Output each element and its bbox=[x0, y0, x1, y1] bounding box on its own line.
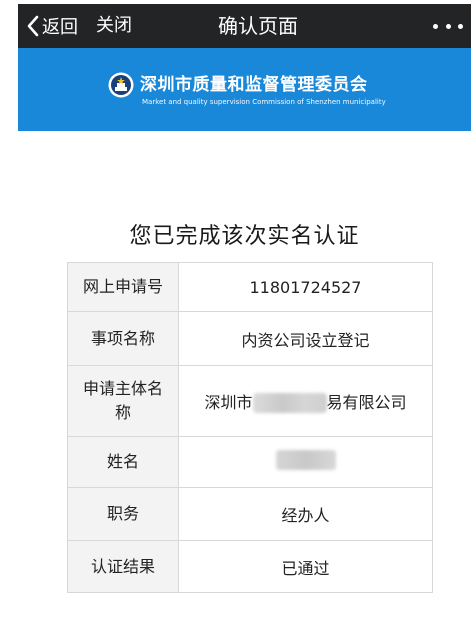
table-row: 姓名 bbox=[67, 436, 433, 488]
row-label: 申请主体名称 bbox=[67, 365, 179, 437]
back-button[interactable]: 返回 bbox=[26, 4, 78, 48]
redacted-text bbox=[252, 393, 327, 414]
entity-name-prefix: 深圳市 bbox=[204, 392, 253, 412]
page-header-title: 确认页面 bbox=[218, 14, 298, 38]
navigation-bar: 返回 关闭 确认页面 bbox=[18, 4, 471, 48]
table-row: 职务 经办人 bbox=[67, 487, 433, 541]
row-label: 职务 bbox=[67, 487, 179, 541]
agency-name: 深圳市质量和监督管理委员会 bbox=[140, 75, 368, 95]
entity-name-suffix: 易有限公司 bbox=[326, 392, 407, 412]
close-button[interactable]: 关闭 bbox=[96, 4, 132, 48]
redacted-name bbox=[275, 450, 336, 470]
applicant-entity-value: 深圳市 易有限公司 bbox=[178, 365, 433, 437]
dot bbox=[458, 23, 463, 29]
table-row: 申请主体名称 深圳市 易有限公司 bbox=[67, 365, 433, 437]
verification-result-value: 已通过 bbox=[178, 540, 433, 593]
page-title: 您已完成该次实名认证 bbox=[129, 224, 360, 249]
row-label: 事项名称 bbox=[67, 311, 179, 366]
row-label: 姓名 bbox=[67, 436, 179, 488]
national-emblem-icon bbox=[108, 72, 134, 98]
chevron-left-icon bbox=[27, 15, 39, 37]
item-name-value: 内资公司设立登记 bbox=[178, 311, 433, 366]
table-row: 认证结果 已通过 bbox=[67, 540, 433, 593]
back-label: 返回 bbox=[42, 17, 78, 38]
table-row: 网上申请号 11801724527 bbox=[67, 262, 433, 312]
position-value: 经办人 bbox=[178, 487, 433, 541]
row-label: 网上申请号 bbox=[67, 262, 179, 312]
agency-banner: 深圳市质量和监督管理委员会 Market and quality supervi… bbox=[18, 48, 471, 131]
row-label: 认证结果 bbox=[67, 540, 179, 593]
application-number-value: 11801724527 bbox=[178, 262, 433, 312]
name-value bbox=[178, 436, 433, 488]
verification-info-table: 网上申请号 11801724527 事项名称 内资公司设立登记 申请主体名称 深… bbox=[67, 262, 433, 593]
more-dots-icon[interactable] bbox=[433, 4, 463, 48]
dot bbox=[433, 23, 438, 29]
dot bbox=[445, 23, 451, 29]
table-row: 事项名称 内资公司设立登记 bbox=[67, 311, 433, 366]
agency-english-name: Market and quality supervision Commissio… bbox=[142, 98, 386, 106]
